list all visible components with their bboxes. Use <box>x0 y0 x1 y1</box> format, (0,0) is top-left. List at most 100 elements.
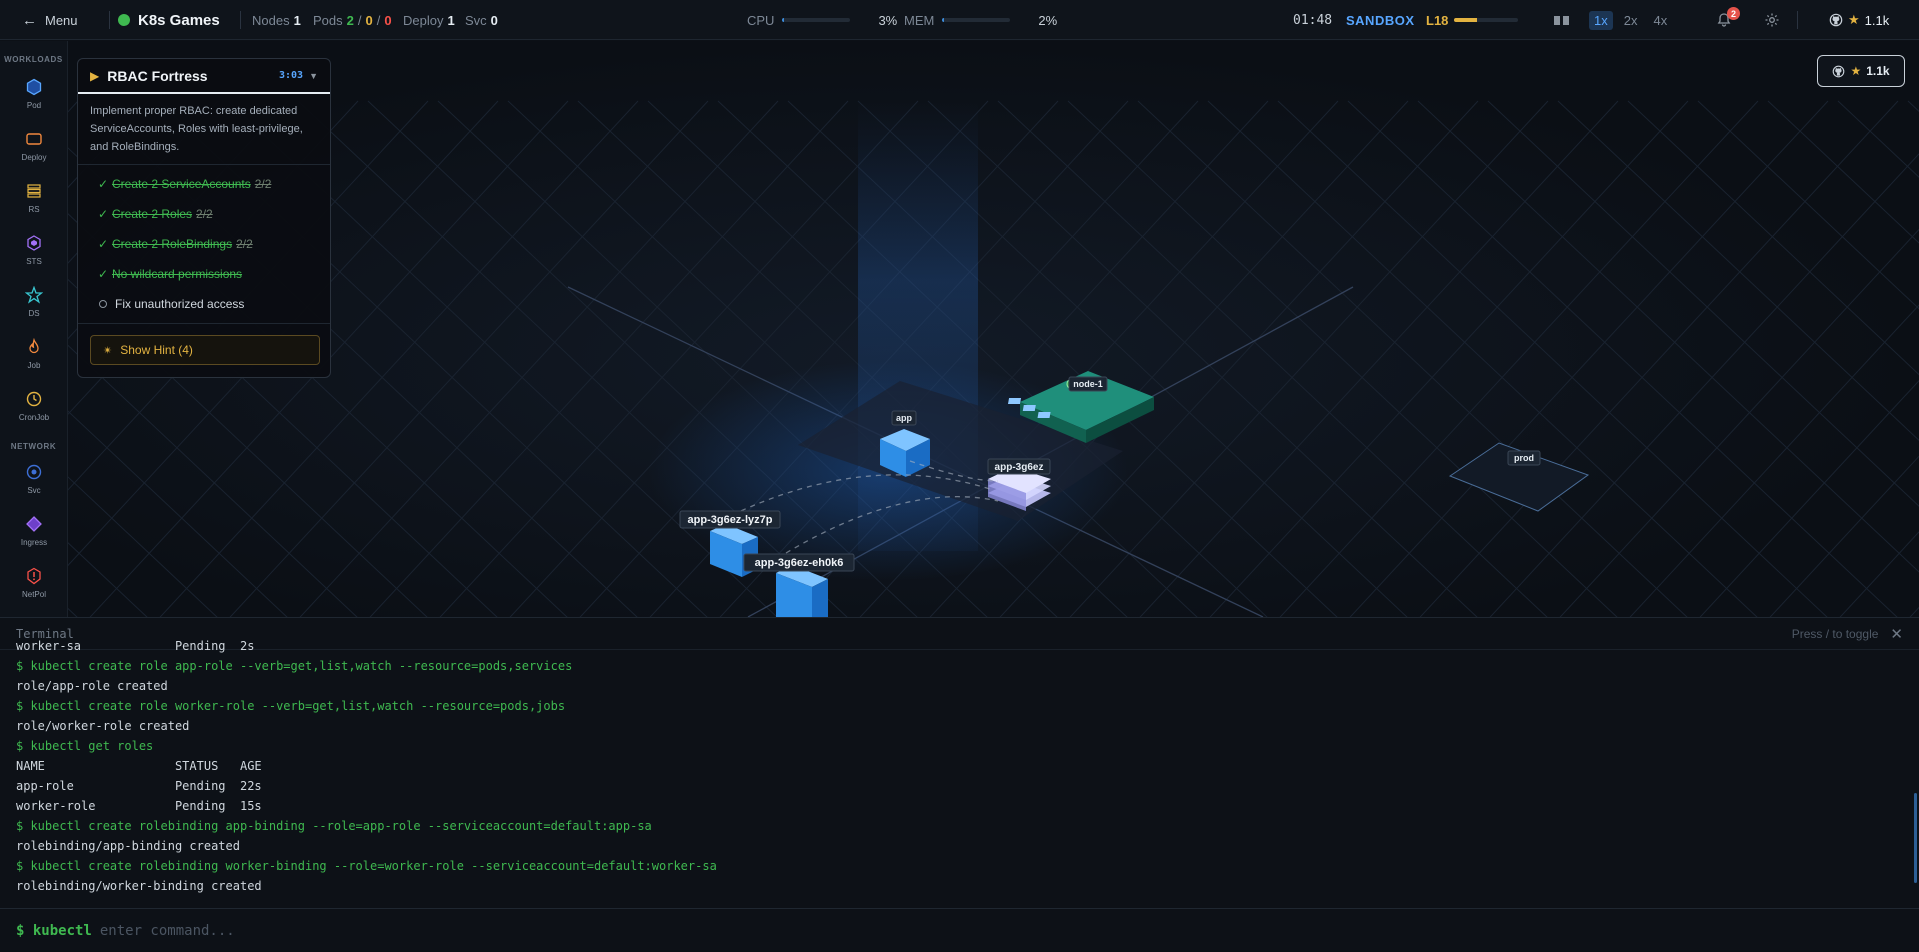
pod1-label-tag: app-3g6ez-lyz7p <box>679 510 781 529</box>
clock-icon <box>26 391 42 407</box>
star-icon <box>25 286 43 304</box>
level-label: L18 <box>1426 12 1449 28</box>
objective-count: 2/2 <box>254 177 272 191</box>
pod2-label: app-3g6ez-eh0k6 <box>755 557 844 569</box>
pods-failed: 0 <box>384 12 392 28</box>
cpu-label: CPU <box>747 12 775 28</box>
speed-1x-button[interactable]: 1x <box>1589 10 1613 30</box>
deploy-stat: Deploy 1 <box>403 0 455 40</box>
stack-icon <box>27 184 41 198</box>
deploy-count: 1 <box>447 12 455 28</box>
divider <box>240 11 241 29</box>
check-icon: ✓ <box>98 207 109 221</box>
notifications-button[interactable]: 2 <box>1716 0 1740 40</box>
github-icon <box>1833 65 1845 77</box>
mem-gauge <box>942 18 1011 22</box>
circle-icon <box>26 464 42 480</box>
resource-sidebar: WORKLOADS Pod Deploy RS STS DS Job CronJ… <box>0 41 68 617</box>
objective-text: No wildcard permissions <box>112 267 243 281</box>
terminal-output-line: worker-role Pending 15s <box>16 799 262 813</box>
check-icon: ✓ <box>98 237 109 251</box>
terminal-output-line: rolebinding/worker-binding created <box>16 879 262 893</box>
brand[interactable]: K8s Games <box>118 0 220 40</box>
replicaset-label-tag: app-3g6ez <box>987 458 1051 475</box>
objective-item: ✓ No wildcard permissions <box>78 259 330 289</box>
sidebar-item-rs[interactable]: RS <box>0 172 67 224</box>
github-stars-button[interactable]: ★ 1.1k <box>1829 0 1889 40</box>
level-progress <box>1454 18 1519 22</box>
divider <box>1797 11 1798 29</box>
rectangle-icon <box>26 133 42 145</box>
shield-icon <box>27 567 41 585</box>
objective-item: ✓ Create 2 RoleBindings 2/2 <box>78 229 330 259</box>
sidebar-item-job[interactable]: Job <box>0 328 67 380</box>
star-icon: ★ <box>1848 12 1860 27</box>
mission-description: Implement proper RBAC: create dedicated … <box>78 94 330 165</box>
terminal-output: worker-sa Pending 2s $ kubectl create rol… <box>16 636 1896 900</box>
objective-item: Fix unauthorized access <box>78 289 330 319</box>
terminal-command-line: $ kubectl create rolebinding app-binding… <box>16 819 652 833</box>
sidebar-item-ds[interactable]: DS <box>0 276 67 328</box>
sidebar-item-deploy[interactable]: Deploy <box>0 120 67 172</box>
terminal-panel: Terminal Press / to toggle ✕ worker-sa P… <box>0 617 1919 951</box>
lightbulb-icon: ✴ <box>103 344 113 357</box>
sidebar-label: Deploy <box>21 153 47 162</box>
mem-meter: MEM 2% <box>904 0 1057 40</box>
gear-icon <box>1765 13 1779 27</box>
sidebar-item-svc[interactable]: Svc <box>0 453 67 505</box>
cpu-gauge <box>782 18 851 22</box>
mission-panel: ▶ RBAC Fortress 3:03 ▼ Implement proper … <box>77 58 331 378</box>
sidebar-label: STS <box>26 257 42 266</box>
pause-button[interactable] <box>1554 0 1569 40</box>
settings-button[interactable] <box>1764 0 1780 40</box>
hexagon-small-icon <box>27 235 41 251</box>
github-stars-badge[interactable]: ★ 1.1k <box>1817 55 1905 87</box>
objective-text: Fix unauthorized access <box>115 297 245 311</box>
svc-stat: Svc 0 <box>465 0 498 40</box>
svc-label: Svc <box>465 12 487 28</box>
mission-header[interactable]: ▶ RBAC Fortress 3:03 ▼ <box>78 59 330 94</box>
sidebar-label: NetPol <box>21 590 46 599</box>
sidebar-label: RS <box>28 205 40 214</box>
sidebar-label: Pod <box>26 101 42 110</box>
cluster-scene[interactable]: node-1 app app-3g6ez app-3g6ez-lyz7p app… <box>68 41 1919 617</box>
terminal-command-line: $ kubectl get roles <box>16 739 154 753</box>
brand-name: K8s Games <box>138 11 220 29</box>
sidebar-item-ingress[interactable]: Ingress <box>0 505 67 557</box>
check-icon: ✓ <box>98 267 109 281</box>
sidebar-item-sts[interactable]: STS <box>0 224 67 276</box>
mem-label: MEM <box>904 12 935 28</box>
show-hint-button[interactable]: ✴ Show Hint (4) <box>90 335 320 365</box>
deploy-label-tag: app <box>891 410 917 426</box>
terminal-command-line: $ kubectl create role app-role --verb=ge… <box>16 659 573 673</box>
hexagon-icon <box>26 78 42 96</box>
terminal-output-line: app-role Pending 22s <box>16 779 262 793</box>
chevron-down-icon[interactable]: ▼ <box>309 71 318 81</box>
arrow-left-icon: ← <box>22 11 37 29</box>
menu-label: Menu <box>45 12 78 28</box>
node-label-tag: node-1 <box>1068 376 1108 392</box>
star-icon: ★ <box>1850 64 1862 78</box>
menu-button[interactable]: ← Menu <box>22 0 78 40</box>
speed-4x-button[interactable]: 4x <box>1648 11 1672 30</box>
sidebar-item-netpol[interactable]: NetPol <box>0 557 67 609</box>
github-icon <box>1829 13 1843 27</box>
svc-count: 0 <box>490 12 498 28</box>
sidebar-label: DS <box>28 309 40 318</box>
terminal-output-line: rolebinding/app-binding created <box>16 839 240 853</box>
terminal-prompt: $ kubectl <box>16 922 92 939</box>
sidebar-item-cronjob[interactable]: CronJob <box>0 380 67 432</box>
stars-count: 1.1k <box>1866 64 1890 78</box>
divider <box>109 11 110 29</box>
play-icon: ▶ <box>90 68 100 83</box>
namespace-label: prod <box>1514 453 1534 463</box>
terminal-scrollbar[interactable] <box>1914 793 1917 883</box>
objective-list: ✓ Create 2 ServiceAccounts 2/2 ✓ Create … <box>78 165 330 324</box>
speed-2x-button[interactable]: 2x <box>1619 11 1643 30</box>
command-input[interactable] <box>99 922 700 939</box>
terminal-output-line: worker-sa Pending 2s <box>16 639 255 653</box>
terminal-output-line: role/app-role created <box>16 679 168 693</box>
pods-stat: Pods 2 / 0 / 0 <box>313 12 392 28</box>
clock: 01:48 <box>1293 12 1333 28</box>
sidebar-item-pod[interactable]: Pod <box>0 68 67 120</box>
